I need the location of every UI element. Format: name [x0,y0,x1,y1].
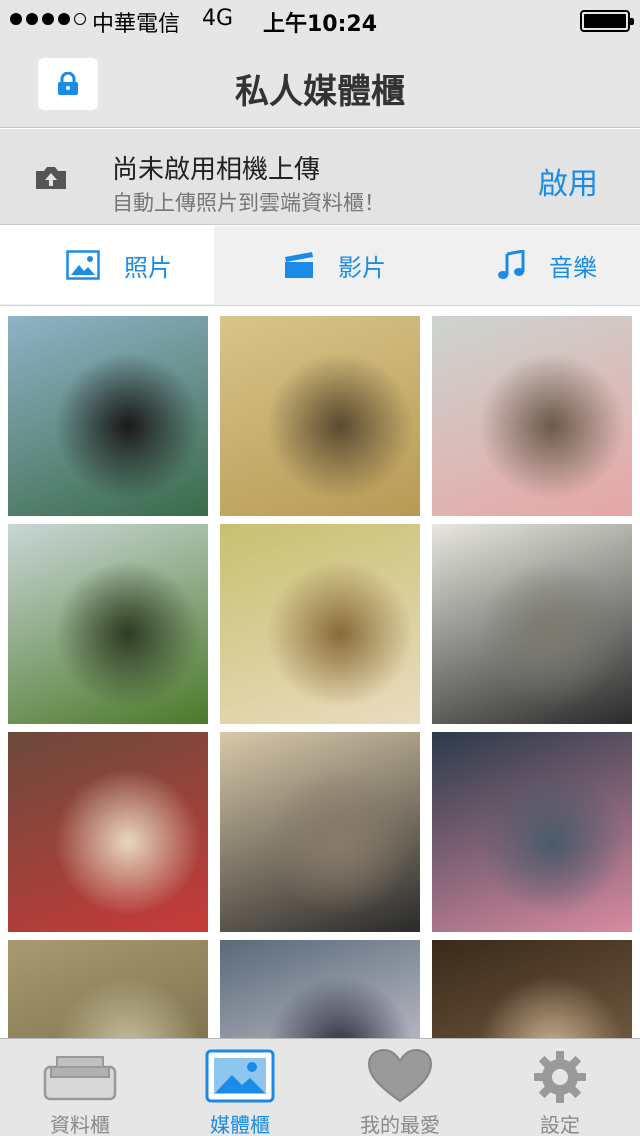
page-title: 私人媒體櫃 [235,72,405,112]
photo-thumbnail[interactable] [432,316,632,516]
tabbar-label-settings: 設定 [540,1113,580,1136]
camera-upload-banner: 尚未啟用相機上傳 自動上傳照片到雲端資料櫃！ 啟用 [0,129,640,225]
tab-music-label: 音樂 [549,253,597,282]
tab-videos-label: 影片 [338,253,386,282]
tabbar-item-cabinet[interactable]: 資料櫃 [0,1039,160,1136]
tab-music[interactable]: 音樂 [427,226,640,304]
cabinet-icon [43,1056,117,1101]
camera-upload-icon [36,167,66,189]
clapperboard-icon [285,252,313,278]
status-time: 上午10:24 [262,12,378,37]
media-tabs: 照片 影片 音樂 [0,226,640,306]
bottom-tab-bar: 資料櫃 媒體櫃 我的最愛 設定 [0,1038,640,1136]
battery-icon [580,10,634,32]
photo-thumbnail[interactable] [8,940,208,1038]
photo-thumbnail[interactable] [220,316,420,516]
tabbar-label-cabinet: 資料櫃 [50,1113,110,1136]
tab-photos-label: 照片 [124,253,172,282]
tab-photos[interactable]: 照片 [0,226,214,304]
tabbar-item-media[interactable]: 媒體櫃 [160,1039,320,1136]
photo-thumbnail[interactable] [432,940,632,1038]
photo-thumbnail[interactable] [8,316,208,516]
photo-thumbnail[interactable] [8,524,208,724]
media-icon [205,1049,275,1103]
photo-thumbnail[interactable] [8,732,208,932]
upload-banner-title: 尚未啟用相機上傳 [112,155,321,185]
photo-thumbnail[interactable] [220,940,420,1038]
photo-thumbnail[interactable] [220,524,420,724]
photo-thumbnail[interactable] [432,732,632,932]
tabbar-item-favorites[interactable]: 我的最愛 [320,1039,480,1136]
navigation-bar: 私人媒體櫃 [0,40,640,128]
photo-grid [8,316,632,1038]
music-note-icon [498,250,525,279]
heart-icon [367,1049,433,1103]
tabbar-label-media: 媒體櫃 [210,1113,270,1136]
status-bar: 中華電信 4G 上午10:24 [0,0,640,40]
tab-videos[interactable]: 影片 [214,226,427,304]
photo-thumbnail[interactable] [432,524,632,724]
photo-icon [66,250,100,280]
upload-banner-subtitle: 自動上傳照片到雲端資料櫃！ [112,191,385,215]
tabbar-item-settings[interactable]: 設定 [480,1039,640,1136]
gear-icon [534,1051,586,1103]
tabbar-label-favorites: 我的最愛 [360,1113,440,1136]
photo-thumbnail[interactable] [220,732,420,932]
enable-upload-button[interactable]: 啟用 [538,159,598,203]
